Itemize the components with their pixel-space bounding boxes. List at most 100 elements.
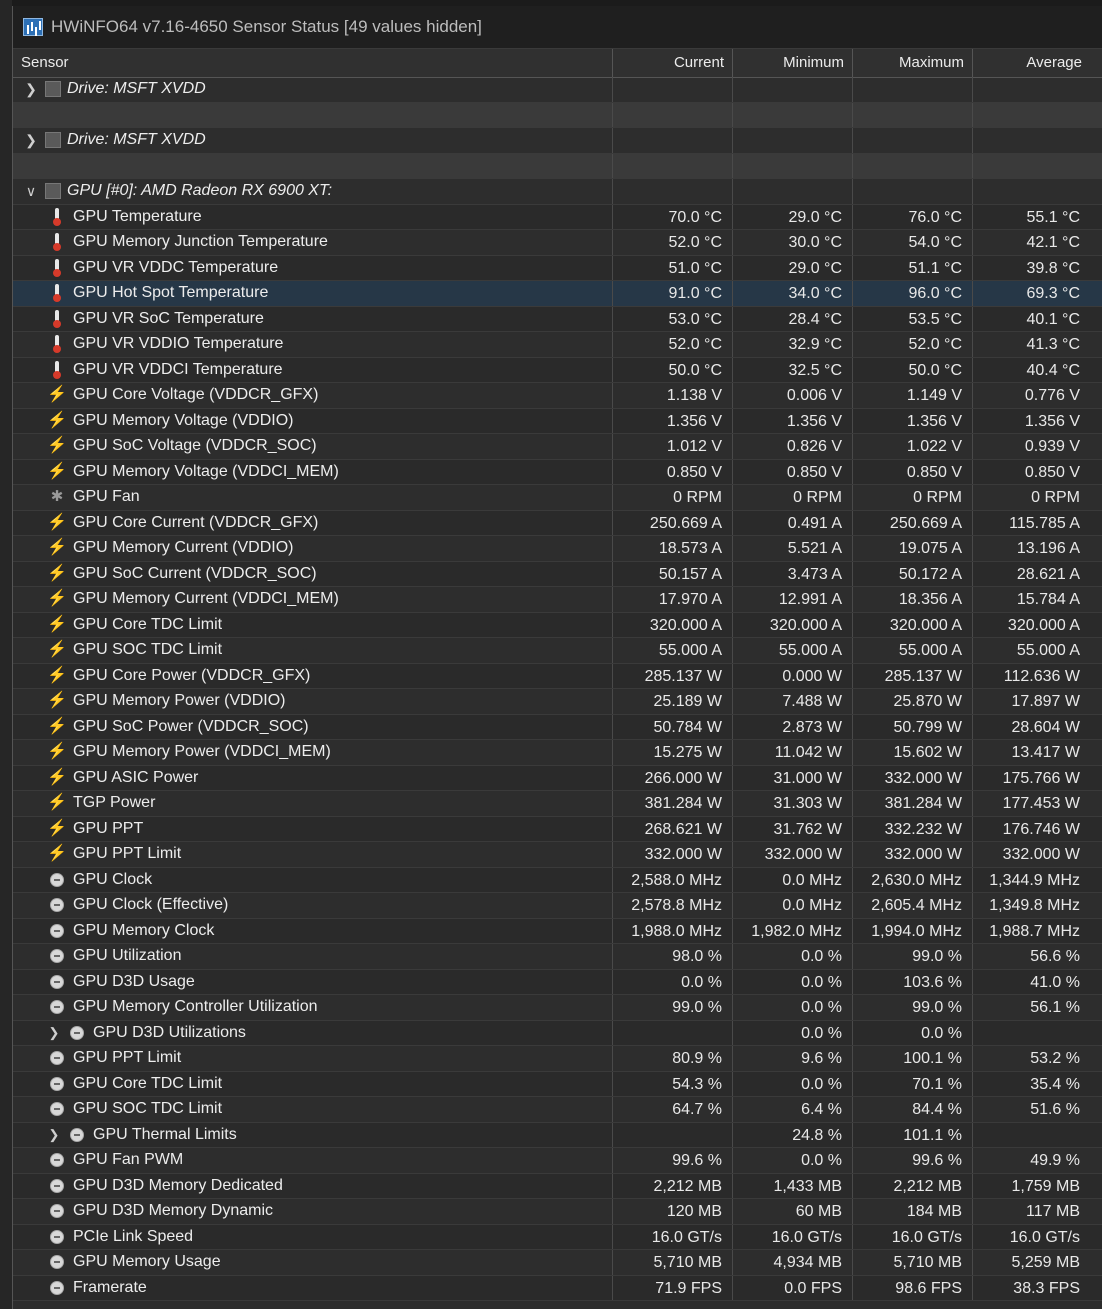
bolt-glyph: ⚡ xyxy=(47,692,67,710)
table-row[interactable]: ⚡ GPU ASIC Power 266.000 W 31.000 W 332.000 … xyxy=(13,765,1102,791)
table-row[interactable]: GPU Utilization 98.0 % 0.0 % 99.0 % 56.6 % xyxy=(13,944,1102,970)
table-row[interactable]: GPU Core TDC Limit 54.3 % 0.0 % 70.1 % 35.4 … xyxy=(13,1071,1102,1097)
clock-icon xyxy=(49,1279,65,1297)
table-row[interactable]: ⚡ GPU PPT Limit 332.000 W 332.000 W 332.000 … xyxy=(13,842,1102,868)
chevron-right-icon[interactable]: ❯ xyxy=(47,1025,61,1041)
table-row[interactable]: ❯ Drive: MSFT XVDD xyxy=(13,128,1102,154)
current-value xyxy=(613,1020,733,1045)
table-row[interactable]: ⚡ GPU Core Current (VDDCR_GFX) 250.669 A 0.… xyxy=(13,510,1102,536)
bolt-icon: ⚡ xyxy=(47,667,67,685)
table-row[interactable]: GPU Memory Junction Temperature 52.0 °C 30… xyxy=(13,230,1102,256)
table-row[interactable]: GPU Clock 2,588.0 MHz 0.0 MHz 2,630.0 MHz 1,… xyxy=(13,867,1102,893)
table-row[interactable]: ⚡ GPU Memory Voltage (VDDCI_MEM) 0.850 V 0.… xyxy=(13,459,1102,485)
table-row[interactable]: ❯ Drive: MSFT XVDD xyxy=(13,77,1102,103)
table-row[interactable]: GPU Clock (Effective) 2,578.8 MHz 0.0 MHz 2… xyxy=(13,893,1102,919)
table-row[interactable]: GPU VR SoC Temperature 53.0 °C 28.4 °C 53.5… xyxy=(13,306,1102,332)
title-bar[interactable]: HWiNFO64 v7.16-4650 Sensor Status [49 va… xyxy=(13,6,1102,49)
table-row[interactable]: GPU Memory Clock 1,988.0 MHz 1,982.0 MHz 1,… xyxy=(13,918,1102,944)
table-row[interactable]: GPU PPT Limit 80.9 % 9.6 % 100.1 % 53.2 % xyxy=(13,1046,1102,1072)
bolt-glyph: ⚡ xyxy=(47,564,67,582)
table-row[interactable]: ❯ GPU Thermal Limits 24.8 % 101.1 % xyxy=(13,1122,1102,1148)
sensor-label: PCIe Link Speed xyxy=(73,1227,194,1245)
current-value: 99.6 % xyxy=(613,1148,733,1173)
chevron-right-icon[interactable]: ❯ xyxy=(21,132,41,149)
average-value: 55.000 A xyxy=(1016,642,1080,659)
current-value: 98.0 % xyxy=(613,944,733,969)
current-value: 285.137 W xyxy=(613,663,733,688)
column-header-minimum[interactable]: Minimum xyxy=(733,49,853,77)
chevron-right-icon[interactable]: ❯ xyxy=(47,1127,61,1143)
average-value: 40.4 °C xyxy=(1026,361,1080,379)
maximum-value: 0 RPM xyxy=(853,485,973,510)
table-row[interactable]: GPU D3D Memory Dedicated 2,212 MB 1,433 MB… xyxy=(13,1173,1102,1199)
table-row[interactable]: GPU VR VDDC Temperature 51.0 °C 29.0 °C 51.… xyxy=(13,255,1102,281)
table-row[interactable]: Framerate 71.9 FPS 0.0 FPS 98.6 FPS 38.3 FPS xyxy=(13,1275,1102,1301)
sensor-cell: GPU SOC TDC Limit xyxy=(13,1097,613,1122)
table-row[interactable]: GPU VR VDDIO Temperature 52.0 °C 32.9 °C 52… xyxy=(13,332,1102,358)
maximum-value: 53.5 °C xyxy=(853,306,973,331)
sensor-cell: GPU PPT Limit xyxy=(13,1046,613,1071)
chevron-right-icon[interactable]: ❯ xyxy=(21,81,41,98)
device-label: Drive: MSFT XVDD xyxy=(67,131,206,149)
table-row[interactable]: ⚡ GPU SoC Power (VDDCR_SOC) 50.784 W 2.873 … xyxy=(13,714,1102,740)
minimum-value: 24.8 % xyxy=(733,1122,853,1147)
thermometer-shape xyxy=(53,335,61,354)
maximum-value xyxy=(853,77,973,102)
average-value: 40.1 °C xyxy=(1026,310,1080,328)
table-row[interactable]: GPU Temperature 70.0 °C 29.0 °C 76.0 °C 55.1… xyxy=(13,204,1102,230)
average-value: 1,988.7 MHz xyxy=(989,922,1080,940)
table-row[interactable]: GPU Hot Spot Temperature 91.0 °C 34.0 °C 96… xyxy=(13,281,1102,307)
sensor-label: TGP Power xyxy=(73,794,156,812)
average-value xyxy=(973,77,1090,102)
thermometer-shape xyxy=(53,233,61,252)
average-value: 41.0 % xyxy=(1030,973,1080,991)
table-row[interactable]: ∨ GPU [#0]: AMD Radeon RX 6900 XT: xyxy=(13,179,1102,205)
maximum-value: 332.232 W xyxy=(853,816,973,841)
minimum-value: 11.042 W xyxy=(733,740,853,765)
current-value: 1.012 V xyxy=(613,434,733,459)
table-row[interactable]: ⚡ GPU Core TDC Limit 320.000 A 320.000 A 320… xyxy=(13,612,1102,638)
table-row[interactable]: ⚡ GPU Memory Power (VDDCI_MEM) 15.275 W 11.… xyxy=(13,740,1102,766)
table-row[interactable]: GPU VR VDDCI Temperature 50.0 °C 32.5 °C 50… xyxy=(13,357,1102,383)
column-header-maximum[interactable]: Maximum xyxy=(853,49,973,77)
sensor-cell xyxy=(13,102,613,127)
table-row[interactable]: GPU D3D Memory Dynamic 120 MB 60 MB 184 MB 1… xyxy=(13,1199,1102,1225)
table-row[interactable]: ⚡ GPU Memory Voltage (VDDIO) 1.356 V 1.356 … xyxy=(13,408,1102,434)
current-value: 99.0 % xyxy=(613,995,733,1020)
table-row[interactable]: ⚡ GPU Core Voltage (VDDCR_GFX) 1.138 V 0.00… xyxy=(13,383,1102,409)
bolt-icon: ⚡ xyxy=(47,616,67,634)
table-row[interactable]: ⚡ TGP Power 381.284 W 31.303 W 381.284 W 177.… xyxy=(13,791,1102,817)
table-row[interactable]: ⚡ GPU SoC Current (VDDCR_SOC) 50.157 A 3.47… xyxy=(13,561,1102,587)
table-row[interactable]: PCIe Link Speed 16.0 GT/s 16.0 GT/s 16.0 GT… xyxy=(13,1224,1102,1250)
bolt-icon: ⚡ xyxy=(47,641,67,659)
sensor-label: GPU PPT xyxy=(73,819,144,837)
sensor-cell: ⚡ GPU Memory Current (VDDIO) xyxy=(13,536,613,561)
table-row[interactable]: GPU D3D Usage 0.0 % 0.0 % 103.6 % 41.0 % xyxy=(13,969,1102,995)
column-header-current[interactable]: Current xyxy=(613,49,733,77)
table-row[interactable]: GPU Memory Controller Utilization 99.0 % 0… xyxy=(13,995,1102,1021)
chevron-down-icon[interactable]: ∨ xyxy=(21,183,41,200)
table-row[interactable]: GPU Memory Usage 5,710 MB 4,934 MB 5,710 MB… xyxy=(13,1250,1102,1276)
sensor-label: GPU Memory Power (VDDIO) xyxy=(73,692,286,710)
table-row[interactable]: ⚡ GPU SOC TDC Limit 55.000 A 55.000 A 55.000… xyxy=(13,638,1102,664)
bolt-icon: ⚡ xyxy=(47,463,67,481)
clock-icon xyxy=(49,1253,65,1271)
column-header-sensor[interactable]: Sensor xyxy=(13,49,613,77)
thermometer-icon xyxy=(49,233,65,252)
table-row[interactable]: GPU Fan PWM 99.6 % 0.0 % 99.6 % 49.9 % xyxy=(13,1148,1102,1174)
table-row[interactable]: ⚡ GPU Memory Current (VDDCI_MEM) 17.970 A1… xyxy=(13,587,1102,613)
column-header-average[interactable]: Average xyxy=(973,49,1090,77)
table-row[interactable]: ⚡ GPU Core Power (VDDCR_GFX) 285.137 W 0.00… xyxy=(13,663,1102,689)
sensor-cell: ⚡ GPU PPT xyxy=(13,816,613,841)
minimum-value: 31.762 W xyxy=(733,816,853,841)
table-row[interactable]: ⚡ GPU SoC Voltage (VDDCR_SOC) 1.012 V 0.826… xyxy=(13,434,1102,460)
table-row[interactable]: ✱ GPU Fan 0 RPM 0 RPM 0 RPM 0 RPM xyxy=(13,485,1102,511)
table-row[interactable]: ⚡ GPU Memory Power (VDDIO) 25.189 W 7.488 W… xyxy=(13,689,1102,715)
table-row[interactable]: ❯ GPU D3D Utilizations 0.0 % 0.0 % xyxy=(13,1020,1102,1046)
current-value: 2,588.0 MHz xyxy=(613,867,733,892)
current-value: 50.157 A xyxy=(613,561,733,586)
table-row[interactable]: GPU SOC TDC Limit 64.7 % 6.4 % 84.4 % 51.6 % xyxy=(13,1097,1102,1123)
window-title: HWiNFO64 v7.16-4650 Sensor Status [49 va… xyxy=(51,17,482,36)
table-row[interactable]: ⚡ GPU Memory Current (VDDIO) 18.573 A 5.521… xyxy=(13,536,1102,562)
table-row[interactable]: ⚡ GPU PPT 268.621 W 31.762 W 332.232 W 176.74… xyxy=(13,816,1102,842)
